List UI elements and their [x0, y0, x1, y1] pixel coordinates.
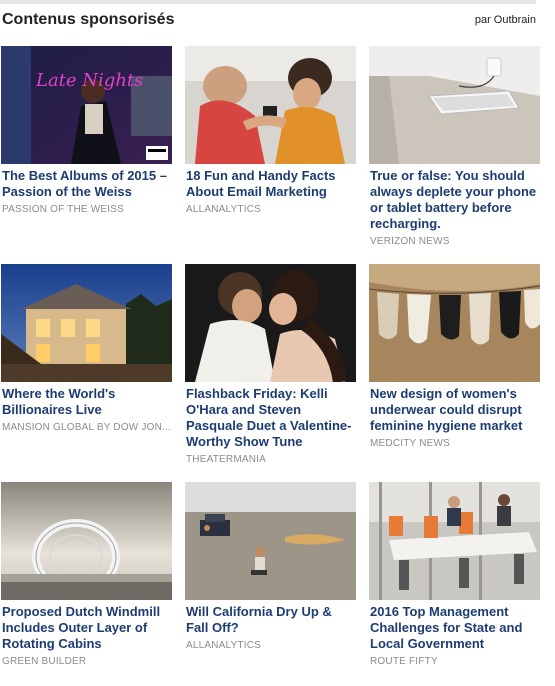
sponsored-card[interactable]: New design of women's underwear could di…	[369, 264, 541, 449]
card-headline[interactable]: Will California Dry Up & Fall Off?	[185, 604, 357, 636]
top-divider	[0, 0, 536, 4]
desert-car-image[interactable]	[185, 482, 356, 600]
couple-phone-image[interactable]	[185, 46, 356, 164]
sponsored-card[interactable]: True or false: You should always deplete…	[369, 46, 541, 247]
sponsored-card[interactable]: Late Nights The Best Albums of 2015 – Pa…	[1, 46, 173, 215]
sponsored-card[interactable]: 2016 Top Management Challenges for State…	[369, 482, 541, 667]
card-source: ALLANALYTICS	[186, 640, 262, 651]
widget-title: Contenus sponsorisés	[2, 11, 175, 28]
card-headline[interactable]: True or false: You should always deplete…	[369, 168, 541, 232]
card-source: MEDCITY NEWS	[370, 438, 450, 449]
card-source: VERIZON NEWS	[370, 236, 450, 247]
card-headline[interactable]: New design of women's underwear could di…	[369, 386, 541, 434]
office-meeting-image[interactable]	[369, 482, 540, 600]
card-headline[interactable]: 2016 Top Management Challenges for State…	[369, 604, 541, 652]
card-headline[interactable]: The Best Albums of 2015 – Passion of the…	[1, 168, 173, 200]
widget-header: Contenus sponsorisés par Outbrain	[0, 10, 536, 34]
card-headline[interactable]: Where the World's Billionaires Live	[1, 386, 173, 418]
sponsored-card[interactable]: 18 Fun and Handy Facts About Email Marke…	[185, 46, 357, 215]
card-headline[interactable]: 18 Fun and Handy Facts About Email Marke…	[185, 168, 357, 200]
album-cover-image[interactable]: Late Nights	[1, 46, 172, 164]
card-source: THEATERMANIA	[186, 454, 266, 465]
sponsored-card[interactable]: Proposed Dutch Windmill Includes Outer L…	[1, 482, 173, 667]
mansion-image[interactable]	[1, 264, 172, 382]
tablet-charging-image[interactable]	[369, 46, 540, 164]
card-headline[interactable]: Proposed Dutch Windmill Includes Outer L…	[1, 604, 173, 652]
couple-kiss-image[interactable]	[185, 264, 356, 382]
album-cover-text: Late Nights	[35, 70, 143, 91]
card-source: ALLANALYTICS	[186, 204, 262, 215]
sponsored-card[interactable]: Flashback Friday: Kelli O'Hara and Steve…	[185, 264, 357, 465]
card-headline[interactable]: Flashback Friday: Kelli O'Hara and Steve…	[185, 386, 357, 450]
card-source: MANSION GLOBAL BY DOW JON...	[2, 422, 171, 433]
clothesline-image[interactable]	[369, 264, 540, 382]
card-source: GREEN BUILDER	[2, 656, 87, 667]
card-source: PASSION OF THE WEISS	[2, 204, 124, 215]
card-source: ROUTE FIFTY	[370, 656, 438, 667]
windmill-ring-image[interactable]	[1, 482, 172, 600]
sponsored-card[interactable]: Where the World's Billionaires Live MANS…	[1, 264, 173, 433]
sponsored-card[interactable]: Will California Dry Up & Fall Off? ALLAN…	[185, 482, 357, 651]
outbrain-attribution[interactable]: par Outbrain	[475, 14, 536, 26]
